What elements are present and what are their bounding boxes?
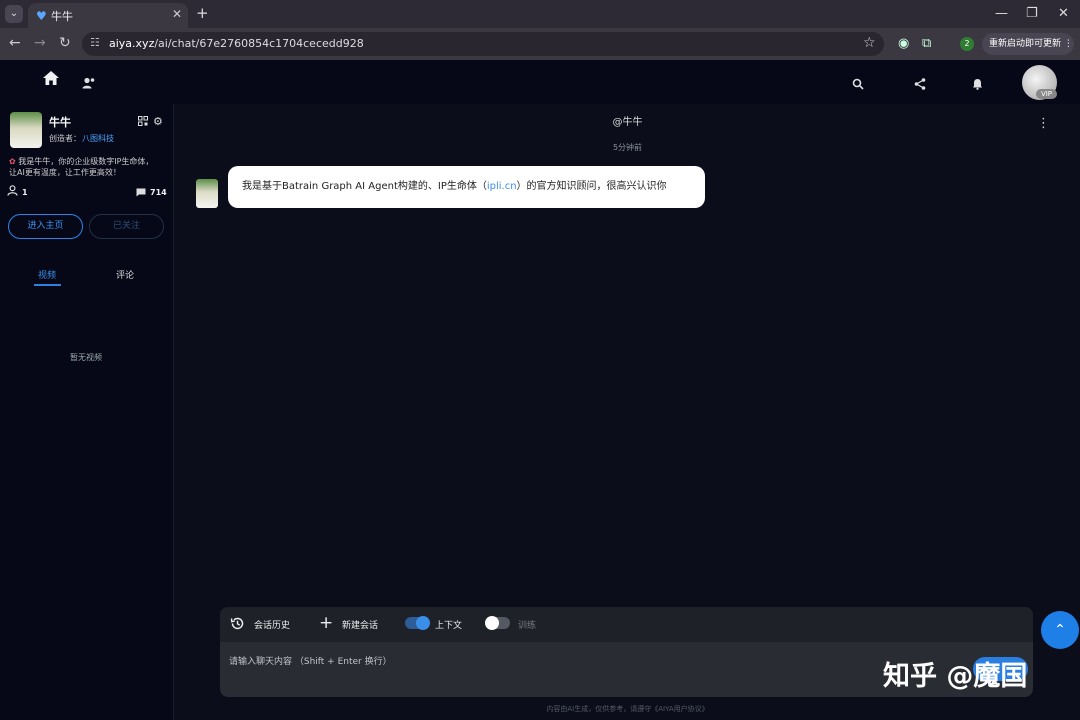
context-toggle[interactable] [405,616,430,630]
ai-disclaimer: 内容由AI生成，仅供参考，请遵守《AIYA用户协议》 [546,705,709,713]
new-chat-button[interactable]: 新建会话 [342,618,378,631]
tab-comments[interactable]: 评论 [116,268,134,281]
chat-input[interactable]: 请输入聊天内容 （Shift + Enter 换行） [229,654,392,667]
flower-icon: ✿ [9,157,16,166]
training-toggle-knob [485,616,499,630]
history-icon[interactable] [230,616,245,635]
bot-message-avatar [196,179,218,208]
share-icon[interactable] [914,75,926,94]
message-link[interactable]: ipli.cn [487,181,517,192]
following-button[interactable]: 已关注 [89,214,164,239]
restore-icon[interactable]: ❐ [1026,6,1038,21]
bot-message-bubble: 我是基于Batrain Graph AI Agent构建的、IP生命体（ipli… [228,166,705,208]
app-header [0,60,1080,104]
bot-bio: ✿ 我是牛牛，你的企业级数字IP生命体， 让AI更有温度，让工作更高效！ [9,157,154,177]
profile-avatar[interactable]: 2 [960,37,974,51]
tab-close-icon[interactable]: ✕ [172,7,182,21]
tab-title: 牛牛 [51,10,73,23]
more-options-icon[interactable]: ⋮ [1037,116,1050,131]
bookmark-star-icon[interactable]: ☆ [863,35,876,51]
browser-tab[interactable]: ♥ 牛牛 ✕ [28,3,188,28]
browser-toolbar: ← → ↻ ☷ aiya.xyz/ai/chat/67e2760854c1704… [0,28,1080,60]
chat-toolbar: 会话历史 + 新建会话 上下文 训练 [220,607,1033,642]
address-bar[interactable]: ☷ aiya.xyz/ai/chat/67e2760854c1704cecedd… [82,32,884,56]
enter-homepage-button[interactable]: 进入主页 [8,214,83,239]
follower-count: 1 [22,188,28,197]
bell-icon[interactable] [972,75,983,94]
training-toggle[interactable] [485,616,510,630]
scroll-top-button[interactable]: ⌃ [1041,611,1079,649]
reload-icon[interactable]: ↻ [59,35,71,51]
creator-link[interactable]: 八图科技 [82,133,114,144]
browser-tab-bar: ⌄ ♥ 牛牛 ✕ + — ❐ ✕ [0,0,1080,28]
history-button[interactable]: 会话历史 [254,618,290,631]
settings-gear-icon[interactable]: ⚙ [153,115,163,128]
tab-search-menu-icon[interactable]: ⌄ [5,5,23,23]
minimize-icon[interactable]: — [995,6,1008,21]
url-text: aiya.xyz/ai/chat/67e2760854c1704cecedd92… [109,37,364,50]
comment-icon [136,187,146,200]
follower-icon [7,185,18,199]
context-toggle-knob [416,616,430,630]
bot-name: 牛牛 [49,116,71,129]
favicon-heart-icon: ♥ [36,9,47,23]
window-close-icon[interactable]: ✕ [1058,6,1069,21]
new-chat-plus-icon[interactable]: + [319,613,333,633]
training-label: 训练 [518,621,537,631]
message-timestamp: 5分钟前 [612,143,643,152]
users-icon[interactable] [82,74,96,93]
tab-videos[interactable]: 视频 [38,268,56,281]
vip-badge: VIP [1036,89,1057,99]
chat-area: @牛牛 ⋮ 5分钟前 我是基于Batrain Graph AI Agent构建的… [175,104,1080,720]
creator-label: 创造者： [49,134,81,143]
context-label: 上下文 [435,621,463,631]
chevron-up-icon: ⌃ [1054,622,1066,638]
bot-profile-sidebar: 牛牛 创造者： 八图科技 ⚙ ✿ 我是牛牛，你的企业级数字IP生命体， 让AI更… [0,104,174,720]
empty-videos-text: 暂无视频 [70,353,102,362]
qr-code-icon[interactable] [138,116,148,129]
forward-icon[interactable]: → [34,35,46,51]
update-button[interactable]: 重新启动即可更新 ⋮ [982,33,1074,55]
back-icon[interactable]: ← [9,35,21,51]
bot-avatar[interactable] [10,112,42,148]
new-tab-icon[interactable]: + [196,5,209,21]
zhihu-watermark: 知乎 @魔国 [883,661,1028,692]
comment-count: 714 [150,188,167,197]
active-tab-indicator [34,284,61,286]
site-settings-icon[interactable]: ☷ [90,36,100,49]
chat-title: @牛牛 [612,117,643,128]
search-icon[interactable] [852,75,864,94]
extension-icon[interactable]: ◉ [898,36,909,51]
extensions-puzzle-icon[interactable]: ⧉ [922,36,931,51]
home-icon[interactable] [42,70,60,90]
